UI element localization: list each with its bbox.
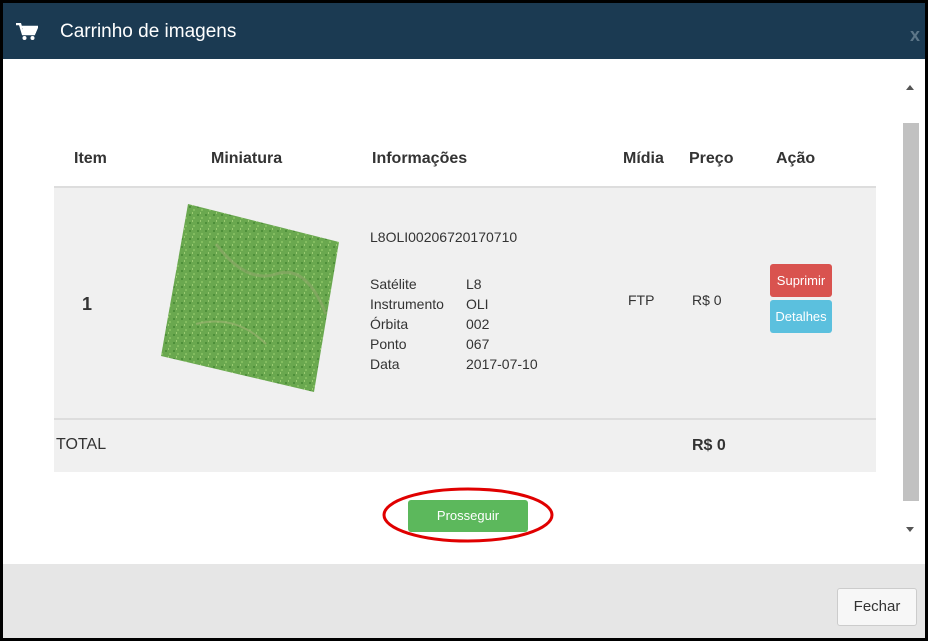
item-number: 1 [82,294,93,314]
scroll-thumb[interactable] [903,123,919,501]
cart-icon [16,23,38,40]
modal-body: Item Miniatura Informações Mídia Preço A… [3,59,925,564]
scrollbar[interactable] [900,77,922,547]
column-header-action: Ação [776,150,816,167]
scroll-up-icon[interactable] [906,85,914,90]
cart-modal: Carrinho de imagens x Item Miniatura Inf… [3,3,925,638]
remove-button[interactable]: Suprimir [770,264,832,297]
media-value: FTP [628,292,655,308]
info-label-point: Ponto [370,336,407,352]
modal-header: Carrinho de imagens x [3,3,925,59]
table-row: 1 L8OLI00206720170710 Satélite L8 Instru… [54,188,876,420]
info-value-date: 2017-07-10 [466,356,538,372]
info-value-point: 067 [466,336,490,352]
info-label-instrument: Instrumento [370,296,444,312]
image-id: L8OLI00206720170710 [370,229,518,245]
total-label: TOTAL [56,436,107,453]
table-header: Item Miniatura Informações Mídia Preço A… [54,133,876,188]
info-label-orbit: Órbita [370,316,409,332]
price-value: R$ 0 [692,292,722,308]
info-label-satellite: Satélite [370,276,417,292]
info-value-satellite: L8 [466,276,482,292]
column-header-price: Preço [689,150,734,167]
column-header-item: Item [74,150,107,167]
satellite-image-thumbnail[interactable] [156,204,356,404]
info-value-instrument: OLI [466,296,489,312]
close-icon[interactable]: x [910,25,920,46]
modal-title: Carrinho de imagens [60,21,237,42]
proceed-button[interactable]: Prosseguir [408,500,528,532]
info-label-date: Data [370,356,400,372]
total-row: TOTAL R$ 0 [54,420,876,472]
details-button[interactable]: Detalhes [770,300,832,333]
scroll-down-icon[interactable] [906,527,914,532]
column-header-thumbnail: Miniatura [211,150,283,167]
info-value-orbit: 002 [466,316,490,332]
close-button[interactable]: Fechar [837,588,917,626]
total-value: R$ 0 [692,437,726,454]
modal-footer: Fechar [3,564,925,638]
column-header-media: Mídia [623,150,664,167]
column-header-info: Informações [372,150,468,167]
